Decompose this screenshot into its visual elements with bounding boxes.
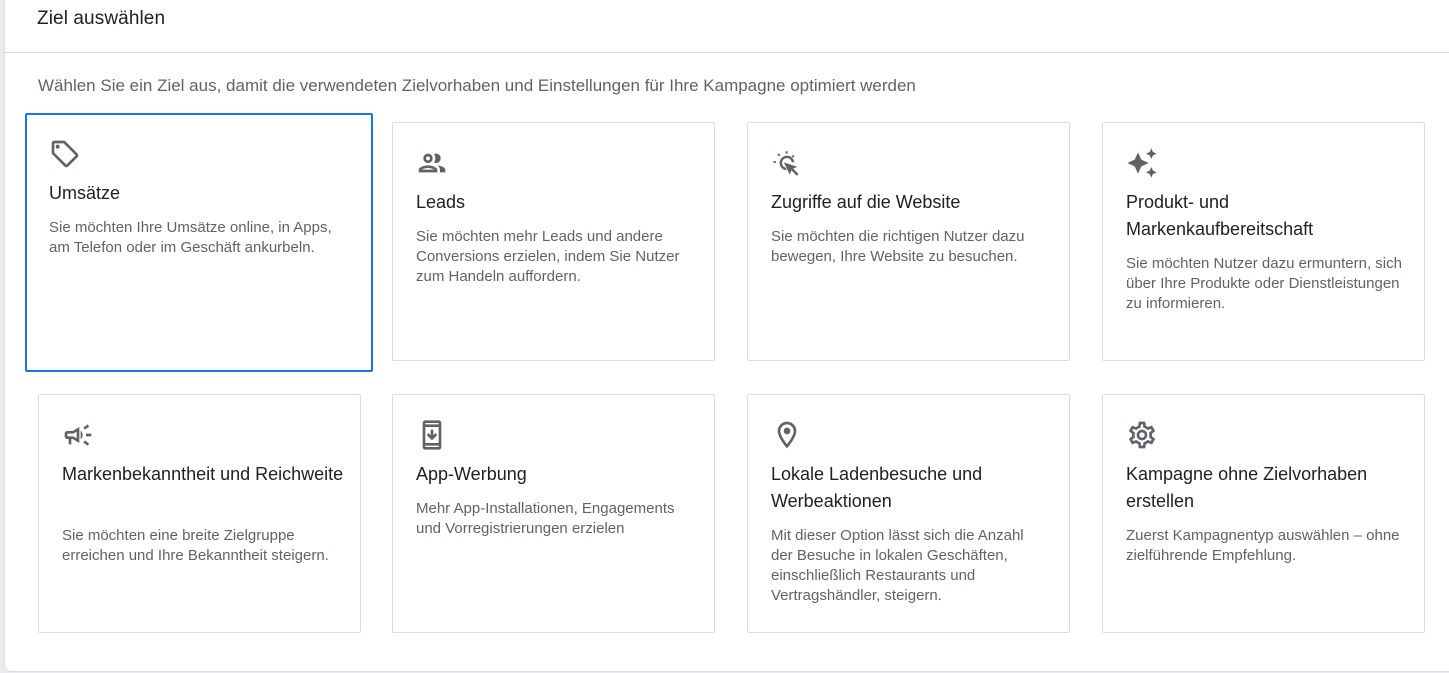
goal-title: Zugriffe auf die Website xyxy=(771,192,961,212)
goal-card-brand-awareness[interactable]: Markenbekanntheit und Reichweite Sie möc… xyxy=(38,394,361,633)
dialog-subtitle: Wählen Sie ein Ziel aus, damit die verwe… xyxy=(38,76,916,95)
dialog-title: Ziel auswählen xyxy=(37,8,166,29)
megaphone-icon xyxy=(62,419,94,451)
goal-title: App-Werbung xyxy=(416,464,527,484)
cursor-click-icon xyxy=(771,147,803,179)
goal-card-leads[interactable]: Leads Sie möchten mehr Leads und andere … xyxy=(392,122,715,361)
goal-card-local-store-visits[interactable]: Lokale Ladenbesuche und Werbeaktionen Mi… xyxy=(747,394,1070,633)
goal-description: Sie möchten mehr Leads und andere Conver… xyxy=(416,228,680,285)
goal-card-no-goal[interactable]: Kampagne ohne Zielvorhaben erstellen Zue… xyxy=(1102,394,1425,633)
dialog-header: Ziel auswählen xyxy=(5,0,1449,53)
goal-description: Sie möchten Ihre Umsätze online, in Apps… xyxy=(49,219,332,256)
goal-description: Sie möchten eine breite Zielgruppe errei… xyxy=(62,527,329,564)
goal-title: Leads xyxy=(416,192,466,212)
goal-description: Mit dieser Option lässt sich die Anzahl … xyxy=(771,527,1024,604)
goal-description: Sie möchten die richtigen Nutzer dazu be… xyxy=(771,228,1025,265)
goal-description: Zuerst Kampagnentyp auswählen – ohne zie… xyxy=(1126,527,1400,564)
goal-description: Sie möchten Nutzer dazu ermuntern, sich … xyxy=(1126,255,1402,312)
location-pin-icon xyxy=(771,419,803,451)
goal-title: Lokale Ladenbesuche und Werbeaktionen xyxy=(771,464,983,511)
goal-selection-dialog: Ziel auswählen Wählen Sie ein Ziel aus, … xyxy=(4,0,1449,672)
goal-title: Markenbekanntheit und Reichweite xyxy=(62,464,344,484)
goal-card-consideration[interactable]: Produkt- und Markenkaufbereitschaft Sie … xyxy=(1102,122,1425,361)
goal-title: Kampagne ohne Zielvorhaben erstellen xyxy=(1126,464,1368,511)
phone-download-icon xyxy=(416,419,448,451)
goal-card-website-traffic[interactable]: Zugriffe auf die Website Sie möchten die… xyxy=(747,122,1070,361)
people-icon xyxy=(416,147,448,179)
goal-card-sales[interactable]: Umsätze Sie möchten Ihre Umsätze online,… xyxy=(25,113,373,372)
gear-icon xyxy=(1126,419,1158,451)
goal-description: Mehr App-Installationen, Engagements und… xyxy=(416,500,675,537)
goal-title: Produkt- und Markenkaufbereitschaft xyxy=(1126,192,1314,239)
sparkle-icon xyxy=(1126,147,1158,179)
goal-card-app-promotion[interactable]: App-Werbung Mehr App-Installationen, Eng… xyxy=(392,394,715,633)
tag-icon xyxy=(49,138,81,170)
goal-title: Umsätze xyxy=(49,183,121,203)
